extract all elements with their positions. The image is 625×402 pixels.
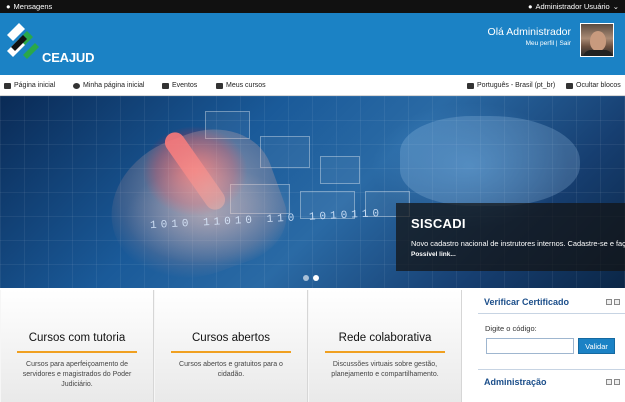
feature-title: Rede colaborativa bbox=[338, 332, 432, 344]
messages-label: Mensagens bbox=[13, 2, 53, 11]
certificate-block-header: Verificar Certificado bbox=[478, 290, 625, 307]
certificate-code-input[interactable] bbox=[486, 338, 574, 354]
dashboard-icon bbox=[73, 82, 80, 89]
admin-block: Administração bbox=[478, 369, 625, 387]
avatar[interactable] bbox=[580, 23, 614, 57]
code-form: Validar bbox=[486, 338, 625, 354]
admin-block-title[interactable]: Administração bbox=[484, 377, 547, 387]
feature-divider bbox=[17, 351, 137, 353]
user-menu-label: Administrador Usuário bbox=[535, 2, 610, 11]
block-minimize-icon[interactable] bbox=[606, 299, 612, 305]
block-move-icon[interactable] bbox=[614, 379, 620, 385]
blocks-icon bbox=[566, 82, 573, 89]
feature-text: Cursos para aperfeiçoamento de servidore… bbox=[22, 361, 132, 388]
logo-text: CEAJUD bbox=[42, 50, 95, 65]
feature-box-open-courses[interactable]: Cursos abertos Cursos abertos e gratuito… bbox=[154, 290, 308, 402]
user-icon: ● bbox=[527, 2, 533, 11]
nav-item-dashboard[interactable]: Minha página inicial bbox=[73, 82, 144, 89]
main-navigation: Página inicial Minha página inicial Even… bbox=[0, 75, 625, 96]
folder-icon bbox=[216, 82, 223, 89]
slide-text: Novo cadastro nacional de instrutores in… bbox=[411, 239, 625, 248]
slider-dot-2[interactable] bbox=[313, 275, 319, 281]
nav-item-events[interactable]: Eventos bbox=[162, 82, 197, 89]
feature-text: Cursos abertos e gratuitos para o cidadã… bbox=[179, 361, 283, 378]
feature-title: Cursos com tutoria bbox=[28, 332, 126, 344]
validate-button[interactable]: Validar bbox=[578, 338, 615, 354]
flag-icon bbox=[467, 82, 474, 89]
slide-caption: SISCADI Novo cadastro nacional de instru… bbox=[396, 203, 625, 271]
calendar-icon bbox=[162, 82, 169, 89]
chevron-down-icon: ⌄ bbox=[612, 2, 619, 11]
site-header: CEAJUD Olá Administrador Meu perfil | Sa… bbox=[0, 13, 625, 75]
code-label: Digite o código: bbox=[485, 324, 537, 333]
nav-item-my-courses[interactable]: Meus cursos bbox=[216, 82, 266, 89]
user-links: Meu perfil | Sair bbox=[488, 40, 571, 47]
nav-item-label: Eventos bbox=[172, 82, 198, 89]
messages-menu[interactable]: ● Mensagens bbox=[6, 2, 52, 11]
nav-item-label: Meus cursos bbox=[226, 82, 266, 89]
nav-item-home[interactable]: Página inicial bbox=[4, 82, 55, 89]
language-selector[interactable]: Português - Brasil (pt_br) bbox=[467, 82, 555, 89]
feature-box-network[interactable]: Rede colaborativa Discussões virtuais so… bbox=[308, 290, 462, 402]
banner-window bbox=[320, 156, 360, 184]
sidebar: Verificar Certificado Digite o código: V… bbox=[478, 290, 625, 402]
ceajud-logo[interactable]: CEAJUD bbox=[5, 21, 95, 69]
block-move-icon[interactable] bbox=[614, 299, 620, 305]
block-controls bbox=[606, 379, 620, 385]
block-controls bbox=[606, 299, 620, 305]
feature-text: Discussões virtuais sobre gestão, planej… bbox=[331, 361, 439, 378]
hide-blocks-label: Ocultar blocos bbox=[576, 82, 621, 89]
nav-item-label: Minha página inicial bbox=[83, 82, 145, 89]
slide-link[interactable]: Possível link... bbox=[411, 251, 625, 258]
certificate-block-title: Verificar Certificado bbox=[484, 297, 570, 307]
nav-item-label: Página inicial bbox=[14, 82, 56, 89]
user-menu[interactable]: ● Administrador Usuário ⌄ bbox=[528, 2, 619, 11]
logo-mark-icon bbox=[7, 23, 39, 59]
banner-world-map bbox=[400, 116, 580, 206]
language-label: Português - Brasil (pt_br) bbox=[477, 82, 556, 89]
block-divider bbox=[478, 313, 625, 314]
hero-slider[interactable]: 1010 11010 110 1010110 SISCADI Novo cada… bbox=[0, 96, 625, 288]
profile-link[interactable]: Meu perfil bbox=[526, 40, 555, 47]
slider-dot-1[interactable] bbox=[303, 275, 309, 281]
feature-divider bbox=[171, 351, 291, 353]
feature-title: Cursos abertos bbox=[192, 332, 270, 344]
slide-title: SISCADI bbox=[411, 216, 466, 231]
chat-icon: ● bbox=[6, 2, 11, 11]
admin-block-header: Administração bbox=[478, 370, 625, 387]
user-greeting: Olá Administrador Meu perfil | Sair bbox=[488, 26, 571, 47]
feature-divider bbox=[325, 351, 445, 353]
link-separator: | bbox=[555, 40, 558, 47]
feature-box-tutoring[interactable]: Cursos com tutoria Cursos para aperfeiço… bbox=[0, 290, 154, 402]
block-minimize-icon[interactable] bbox=[606, 379, 612, 385]
avatar-face bbox=[590, 31, 606, 51]
greeting-text: Olá Administrador bbox=[487, 26, 571, 38]
top-bar: ● Mensagens ● Administrador Usuário ⌄ bbox=[0, 0, 625, 13]
feature-boxes: Cursos com tutoria Cursos para aperfeiço… bbox=[0, 290, 462, 402]
hide-blocks-button[interactable]: Ocultar blocos bbox=[566, 82, 621, 89]
home-icon bbox=[4, 82, 11, 89]
logout-link[interactable]: Sair bbox=[559, 40, 571, 47]
avatar-shirt bbox=[583, 50, 613, 56]
